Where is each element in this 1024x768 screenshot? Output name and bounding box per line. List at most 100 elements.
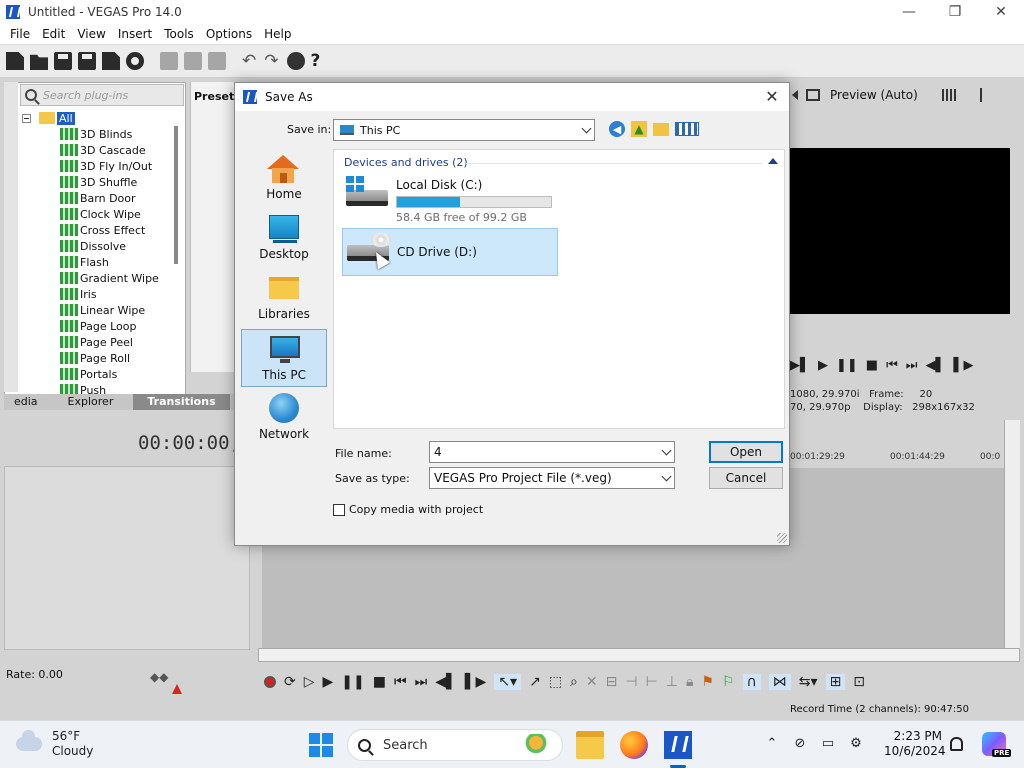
show-hidden-icons-chevron-icon[interactable]: ⌃	[764, 735, 780, 751]
firefox-icon[interactable]	[620, 731, 648, 759]
file-list-pane[interactable]: Devices and drives (2) Local Disk (C:) 5…	[333, 149, 785, 429]
go-to-start-icon[interactable]: ⏮	[394, 674, 407, 690]
cancel-button[interactable]: Cancel	[709, 467, 783, 489]
list-item[interactable]: 3D Blinds	[22, 126, 176, 142]
devices-group-header[interactable]: Devices and drives (2)	[344, 156, 468, 169]
marker-icon[interactable]: ⚑	[701, 674, 714, 690]
list-item[interactable]: Cross Effect	[22, 222, 176, 238]
play-from-start-icon[interactable]: ▷	[304, 674, 315, 690]
notification-bell-icon[interactable]	[950, 737, 963, 751]
file-explorer-icon[interactable]	[576, 731, 604, 759]
trim-end-icon[interactable]: ⊢	[646, 674, 658, 690]
trim-icon[interactable]: ⊟	[606, 674, 618, 690]
minimize-button[interactable]: —	[886, 0, 932, 24]
snapping-magnet-icon[interactable]: ∩	[742, 674, 761, 690]
menu-options[interactable]: Options	[200, 27, 258, 41]
split-icon[interactable]: ⊥	[666, 674, 678, 690]
settings-icon[interactable]: ⚙	[848, 735, 864, 751]
list-item[interactable]: 3D Fly In/Out	[22, 158, 176, 174]
collapse-group-icon[interactable]	[768, 158, 778, 164]
list-item[interactable]: Gradient Wipe	[22, 270, 176, 286]
trim-start-icon[interactable]: ⊣	[625, 674, 637, 690]
list-item[interactable]: Portals	[22, 366, 176, 382]
menu-file[interactable]: File	[4, 27, 36, 41]
copy-media-checkbox[interactable]	[333, 503, 345, 516]
menu-edit[interactable]: Edit	[36, 27, 71, 41]
pause-icon[interactable]: ❚❚	[341, 674, 364, 690]
save-icon[interactable]	[54, 52, 72, 70]
whats-this-help-icon[interactable]: ?	[311, 51, 321, 71]
menu-tools[interactable]: Tools	[158, 27, 200, 41]
list-item[interactable]: Linear Wipe	[22, 302, 176, 318]
taskbar-clock[interactable]: 2:23 PM 10/6/2024	[884, 729, 946, 759]
timeline-ruler[interactable]: 00:01:29:29 00:01:44:29 00:0	[790, 448, 1004, 468]
resize-grip-icon[interactable]	[777, 533, 787, 543]
copy-media-row[interactable]: Copy media with project	[333, 503, 483, 516]
list-item[interactable]: 3D Shuffle	[22, 174, 176, 190]
rate-slider-icon[interactable]: ◆◆	[150, 670, 172, 684]
list-item[interactable]: Clock Wipe	[22, 206, 176, 222]
normal-edit-tool-icon[interactable]: ↖▾	[494, 674, 522, 690]
tree-scrollbar[interactable]	[174, 126, 178, 264]
zoom-tool-icon[interactable]: ⌕	[570, 674, 578, 690]
plugin-search-input[interactable]: Search plug-ins	[20, 84, 184, 106]
tab-explorer[interactable]: Explorer	[48, 394, 134, 410]
paste-icon[interactable]	[208, 52, 226, 70]
drive-local-disk[interactable]: Local Disk (C:) 58.4 GB free of 99.2 GB	[342, 174, 558, 224]
next-frame-icon[interactable]: ▌▶	[954, 358, 974, 373]
new-folder-icon[interactable]	[653, 122, 669, 136]
redo-icon[interactable]: ↷	[264, 51, 278, 71]
stop-icon[interactable]: ■	[866, 358, 878, 373]
lock-icon[interactable]: 🔒︎	[686, 674, 693, 690]
region-icon[interactable]: ⚐	[722, 674, 735, 690]
collapse-icon[interactable]	[22, 113, 31, 123]
list-item[interactable]: Barn Door	[22, 190, 176, 206]
undo-icon[interactable]: ↶	[242, 51, 256, 71]
chevron-down-icon[interactable]	[661, 445, 672, 456]
tree-root[interactable]: All	[22, 110, 176, 126]
drive-cd[interactable]: CD Drive (D:)	[342, 228, 558, 276]
back-icon[interactable]: ◀	[609, 121, 625, 137]
ignore-grouping-icon[interactable]: ⊡	[853, 674, 865, 690]
prev-frame-icon[interactable]: ◀▌	[435, 674, 457, 690]
loop-playback-icon[interactable]: ⟳	[284, 674, 296, 690]
play-icon[interactable]: ▶	[818, 358, 828, 373]
stop-icon[interactable]: ■	[373, 674, 386, 690]
prev-frame-icon[interactable]: ◀▌	[926, 358, 946, 373]
network-disconnected-icon[interactable]: ⊘	[792, 735, 808, 751]
save-in-select[interactable]: This PC	[333, 119, 595, 141]
taskbar-search[interactable]: Search	[347, 729, 563, 761]
list-item[interactable]: Page Loop	[22, 318, 176, 334]
place-network[interactable]: Network	[241, 389, 327, 447]
place-this-pc[interactable]: This PC	[241, 329, 327, 387]
up-one-level-icon[interactable]: ▲	[631, 121, 647, 137]
windows-start-icon[interactable]	[309, 733, 333, 757]
maximize-button[interactable]: ❐	[932, 0, 978, 24]
auto-crossfade-icon[interactable]: ⋈	[768, 674, 791, 690]
list-item[interactable]: Flash	[22, 254, 176, 270]
preview-quality-select[interactable]: Preview (Auto)	[830, 88, 918, 102]
list-item[interactable]: Dissolve	[22, 238, 176, 254]
menu-view[interactable]: View	[71, 27, 111, 41]
save-as-icon[interactable]	[78, 52, 96, 70]
list-item[interactable]: 3D Cascade	[22, 142, 176, 158]
loop-icon[interactable]: ▶▌	[790, 358, 810, 373]
list-item[interactable]: Page Roll	[22, 350, 176, 366]
display-icon[interactable]: ▭	[820, 735, 836, 751]
menu-insert[interactable]: Insert	[112, 27, 158, 41]
selection-tool-icon[interactable]: ⬚	[549, 674, 562, 690]
render-icon[interactable]	[286, 52, 305, 70]
place-libraries[interactable]: Libraries	[241, 269, 327, 327]
view-menu-icon[interactable]	[675, 122, 699, 136]
timeline-vertical-scrollbar[interactable]	[1004, 420, 1020, 654]
dialog-close-button[interactable]: ✕	[763, 87, 781, 106]
record-icon[interactable]	[264, 676, 276, 688]
overlays-grid-icon[interactable]	[941, 89, 956, 101]
pause-icon[interactable]: ❚❚	[836, 358, 858, 373]
envelope-tool-icon[interactable]: ↗	[529, 674, 541, 690]
delete-icon[interactable]: ✕	[586, 674, 598, 690]
ripple-edit-icon[interactable]: ⇆▾	[799, 674, 818, 690]
go-to-start-icon[interactable]: ⏮	[886, 358, 898, 373]
next-frame-icon[interactable]: ▌▶	[465, 674, 487, 690]
go-to-end-icon[interactable]: ⏭	[906, 358, 918, 373]
